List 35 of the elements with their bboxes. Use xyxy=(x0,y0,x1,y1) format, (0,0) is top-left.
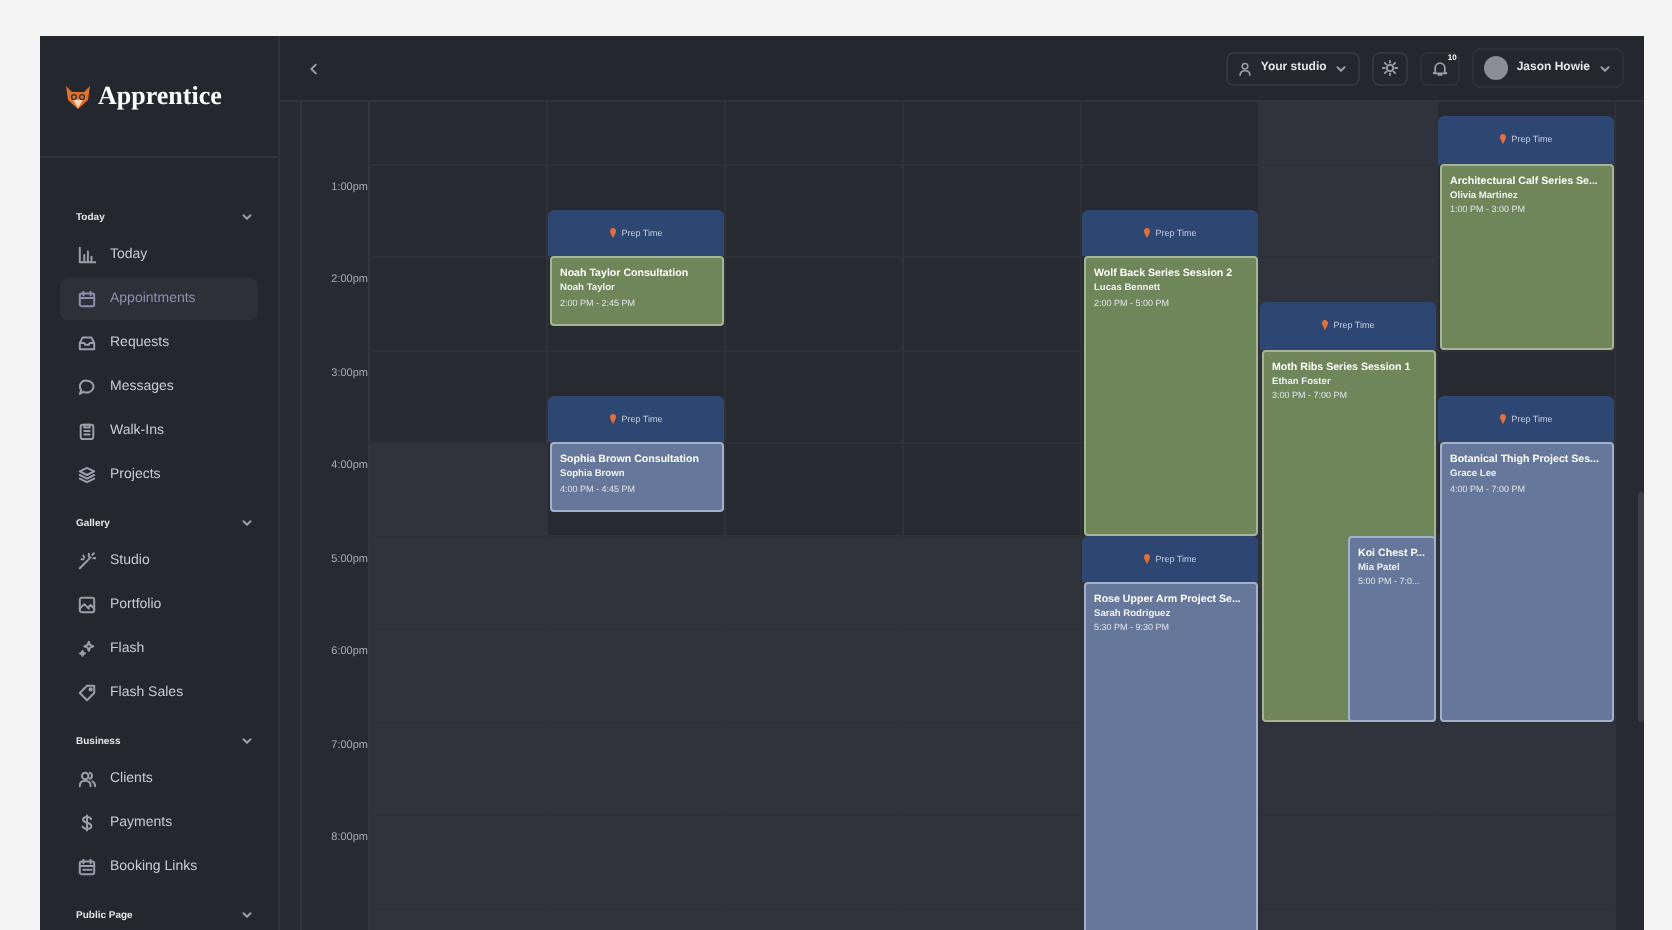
calendar-icon xyxy=(78,290,96,308)
clipboard-icon xyxy=(78,422,96,440)
chat-bubble-icon xyxy=(78,378,96,396)
theme-toggle-button[interactable] xyxy=(1372,51,1409,85)
pin-icon xyxy=(609,413,616,424)
caret-icon xyxy=(1334,61,1349,75)
calendar-grid-icon xyxy=(78,858,96,876)
avatar-placeholder xyxy=(1484,56,1509,80)
chevron-icon[interactable] xyxy=(240,516,254,530)
pin-icon xyxy=(1499,134,1506,145)
pin-icon xyxy=(1143,553,1150,564)
sun-icon xyxy=(1382,60,1399,76)
fox-logo-icon xyxy=(64,83,92,109)
back-chevron-icon[interactable] xyxy=(308,61,320,75)
app-logo-text: Apprentice xyxy=(98,80,222,112)
chevron-icon[interactable] xyxy=(240,908,254,922)
sparkles-icon xyxy=(78,640,96,658)
person-icon xyxy=(1238,61,1253,75)
inbox-icon xyxy=(78,334,96,352)
tag-icon xyxy=(78,684,96,702)
dollar-icon xyxy=(78,814,96,832)
chevron-icon[interactable] xyxy=(240,734,254,748)
bell-icon xyxy=(1432,60,1449,76)
scrollbar-thumb[interactable] xyxy=(1638,492,1644,722)
pin-icon xyxy=(1321,320,1328,331)
image-icon xyxy=(78,596,96,614)
users-icon xyxy=(78,770,96,788)
pin-icon xyxy=(609,227,616,238)
bar-chart-icon xyxy=(78,246,96,264)
caret-icon xyxy=(1598,61,1612,75)
magic-wand-icon xyxy=(78,552,96,570)
pin-icon xyxy=(1143,227,1150,238)
pin-icon xyxy=(1499,413,1506,424)
chevron-icon[interactable] xyxy=(240,210,254,224)
layers-icon xyxy=(78,466,96,484)
